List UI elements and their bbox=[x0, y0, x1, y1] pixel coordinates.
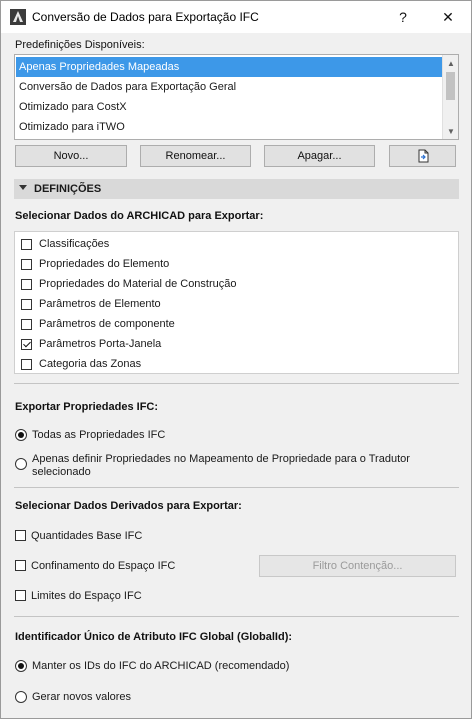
ifc-export-dialog: Conversão de Dados para Exportação IFC ?… bbox=[0, 0, 472, 719]
divider bbox=[14, 616, 459, 617]
archicad-app-icon bbox=[10, 9, 26, 25]
preset-item[interactable]: Otimizado para iTWO bbox=[16, 117, 442, 137]
zone-category-checkbox[interactable]: Categoria das Zonas bbox=[21, 355, 141, 373]
import-file-icon bbox=[418, 149, 428, 163]
presets-scrollbar[interactable]: ▲ ▼ bbox=[442, 55, 458, 139]
radio-label: Gerar novos valores bbox=[32, 691, 132, 703]
component-parameters-checkbox[interactable]: Parâmetros de componente bbox=[21, 315, 175, 333]
radio-button-selected[interactable] bbox=[15, 660, 27, 672]
building-material-properties-checkbox[interactable]: Propriedades do Material de Construção bbox=[21, 275, 237, 293]
checkbox-box[interactable] bbox=[21, 318, 32, 330]
checkbox-box[interactable] bbox=[21, 258, 32, 270]
preset-item[interactable]: Conversão de Dados para Exportação Geral bbox=[16, 77, 442, 97]
globalid-label: Identificador Único de Atributo IFC Glob… bbox=[15, 631, 293, 643]
archicad-data-label: Selecionar Dados do ARCHICAD para Export… bbox=[15, 210, 264, 222]
scroll-down-icon[interactable]: ▼ bbox=[443, 123, 458, 139]
all-ifc-properties-radio[interactable]: Todas as Propriedades IFC bbox=[15, 429, 165, 442]
radio-label: Apenas definir Propriedades no Mapeament… bbox=[32, 453, 410, 478]
checkbox-label: Parâmetros de componente bbox=[39, 318, 175, 330]
checkbox-box[interactable] bbox=[21, 298, 32, 310]
radio-button-selected[interactable] bbox=[15, 429, 27, 441]
scroll-thumb[interactable] bbox=[446, 72, 455, 100]
divider bbox=[14, 383, 459, 384]
checkbox-box[interactable] bbox=[21, 358, 32, 370]
radio-button[interactable] bbox=[15, 458, 27, 470]
ifc-properties-label: Exportar Propriedades IFC: bbox=[15, 401, 159, 413]
checkbox-box[interactable] bbox=[21, 278, 32, 290]
divider bbox=[14, 487, 459, 488]
base-quantities-checkbox[interactable]: Quantidades Base IFC bbox=[15, 530, 142, 543]
space-containment-checkbox[interactable]: Confinamento do Espaço IFC bbox=[15, 560, 175, 573]
definitions-section-header[interactable]: DEFINIÇÕES bbox=[14, 179, 459, 199]
checkbox-label: Limites do Espaço IFC bbox=[31, 590, 142, 602]
presets-listbox[interactable]: Apenas Propriedades Mapeadas Conversão d… bbox=[14, 54, 459, 140]
collapse-caret-icon bbox=[19, 185, 27, 190]
title-bar: Conversão de Dados para Exportação IFC ?… bbox=[1, 1, 471, 33]
new-preset-button[interactable]: Novo... bbox=[15, 145, 127, 167]
element-parameters-checkbox[interactable]: Parâmetros de Elemento bbox=[21, 295, 161, 313]
checkbox-label: Classificações bbox=[39, 238, 110, 250]
archicad-data-list: Classificações Propriedades do Elemento … bbox=[14, 231, 459, 374]
rename-preset-button[interactable]: Renomear... bbox=[140, 145, 251, 167]
checkbox-label: Categoria das Zonas bbox=[39, 358, 142, 370]
classifications-checkbox[interactable]: Classificações bbox=[21, 235, 109, 253]
element-properties-checkbox[interactable]: Propriedades do Elemento bbox=[21, 255, 169, 273]
definitions-title: DEFINIÇÕES bbox=[34, 183, 102, 195]
delete-preset-button[interactable]: Apagar... bbox=[264, 145, 375, 167]
radio-button[interactable] bbox=[15, 691, 27, 703]
checkbox-box-checked[interactable] bbox=[21, 338, 32, 350]
checkbox-box[interactable] bbox=[15, 590, 26, 601]
checkbox-label: Parâmetros de Elemento bbox=[39, 298, 161, 310]
help-button[interactable]: ? bbox=[380, 1, 426, 33]
generate-new-values-radio[interactable]: Gerar novos valores bbox=[15, 691, 131, 704]
mapped-ifc-properties-radio[interactable]: Apenas definir Propriedades no Mapeament… bbox=[15, 453, 445, 479]
door-window-parameters-checkbox[interactable]: Parâmetros Porta-Janela bbox=[21, 335, 161, 353]
checkbox-label: Quantidades Base IFC bbox=[31, 530, 143, 542]
window-title: Conversão de Dados para Exportação IFC bbox=[32, 10, 259, 24]
checkbox-label: Propriedades do Material de Construção bbox=[39, 278, 237, 290]
checkbox-label: Parâmetros Porta-Janela bbox=[39, 338, 162, 350]
close-button[interactable]: ✕ bbox=[425, 1, 471, 33]
scroll-up-icon[interactable]: ▲ bbox=[443, 55, 458, 71]
checkbox-box[interactable] bbox=[15, 560, 26, 571]
import-preset-button[interactable] bbox=[389, 145, 456, 167]
checkbox-label: Propriedades do Elemento bbox=[39, 258, 170, 270]
keep-ids-radio[interactable]: Manter os IDs do IFC do ARCHICAD (recome… bbox=[15, 660, 289, 673]
checkbox-box[interactable] bbox=[15, 530, 26, 541]
radio-label: Todas as Propriedades IFC bbox=[32, 429, 166, 441]
derived-data-label: Selecionar Dados Derivados para Exportar… bbox=[15, 500, 242, 512]
checkbox-label: Confinamento do Espaço IFC bbox=[31, 560, 176, 572]
preset-item[interactable]: Apenas Propriedades Mapeadas bbox=[16, 57, 442, 77]
preset-item[interactable]: Otimizado para CostX bbox=[16, 97, 442, 117]
presets-label: Predefinições Disponíveis: bbox=[15, 39, 145, 51]
space-boundaries-checkbox[interactable]: Limites do Espaço IFC bbox=[15, 590, 142, 603]
checkbox-box[interactable] bbox=[21, 238, 32, 250]
radio-label: Manter os IDs do IFC do ARCHICAD (recome… bbox=[32, 660, 290, 672]
containment-filter-button[interactable]: Filtro Contenção... bbox=[259, 555, 456, 577]
